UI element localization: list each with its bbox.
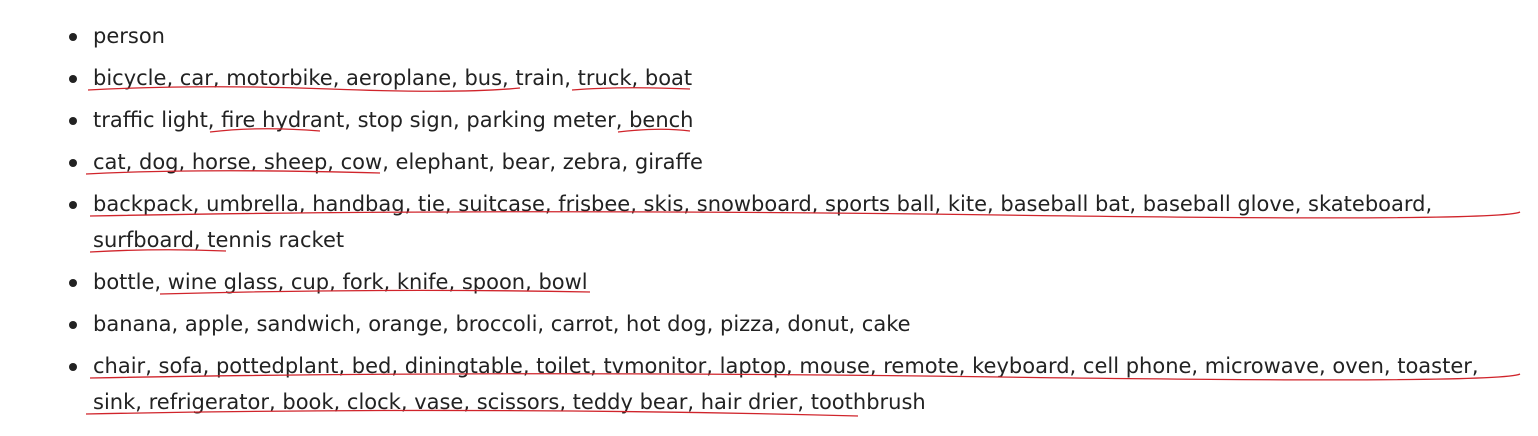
list-item: person xyxy=(69,18,1524,54)
list-item: bottle, wine glass, cup, fork, knife, sp… xyxy=(69,264,1524,300)
bullet-icon xyxy=(69,363,77,371)
list-item-text: backpack, umbrella, handbag, tie, suitca… xyxy=(93,192,1433,252)
list-item: cat, dog, horse, sheep, cow, elephant, b… xyxy=(69,144,1524,180)
bullet-icon xyxy=(69,321,77,329)
list-item: bicycle, car, motorbike, aeroplane, bus,… xyxy=(69,60,1524,96)
bullet-icon xyxy=(69,159,77,167)
bullet-icon xyxy=(69,117,77,125)
list-item-text: cat, dog, horse, sheep, cow, elephant, b… xyxy=(93,150,703,174)
list-item: banana, apple, sandwich, orange, broccol… xyxy=(69,306,1524,342)
bullet-icon xyxy=(69,75,77,83)
list-item-text: bicycle, car, motorbike, aeroplane, bus,… xyxy=(93,66,693,90)
list-item-text: banana, apple, sandwich, orange, broccol… xyxy=(93,312,911,336)
list-item-text: traffic light, fire hydrant, stop sign, … xyxy=(93,108,694,132)
list-item: chair, sofa, pottedplant, bed, diningtab… xyxy=(69,348,1524,420)
bullet-icon xyxy=(69,201,77,209)
list-item-text: person xyxy=(93,24,165,48)
list-item: backpack, umbrella, handbag, tie, suitca… xyxy=(69,186,1524,258)
list-item: traffic light, fire hydrant, stop sign, … xyxy=(69,102,1524,138)
bullet-icon xyxy=(69,279,77,287)
list-item-text: chair, sofa, pottedplant, bed, diningtab… xyxy=(93,354,1479,414)
bullet-icon xyxy=(69,33,77,41)
list-item-text: bottle, wine glass, cup, fork, knife, sp… xyxy=(93,270,588,294)
document-page: person bicycle, car, motorbike, aeroplan… xyxy=(0,0,1538,436)
